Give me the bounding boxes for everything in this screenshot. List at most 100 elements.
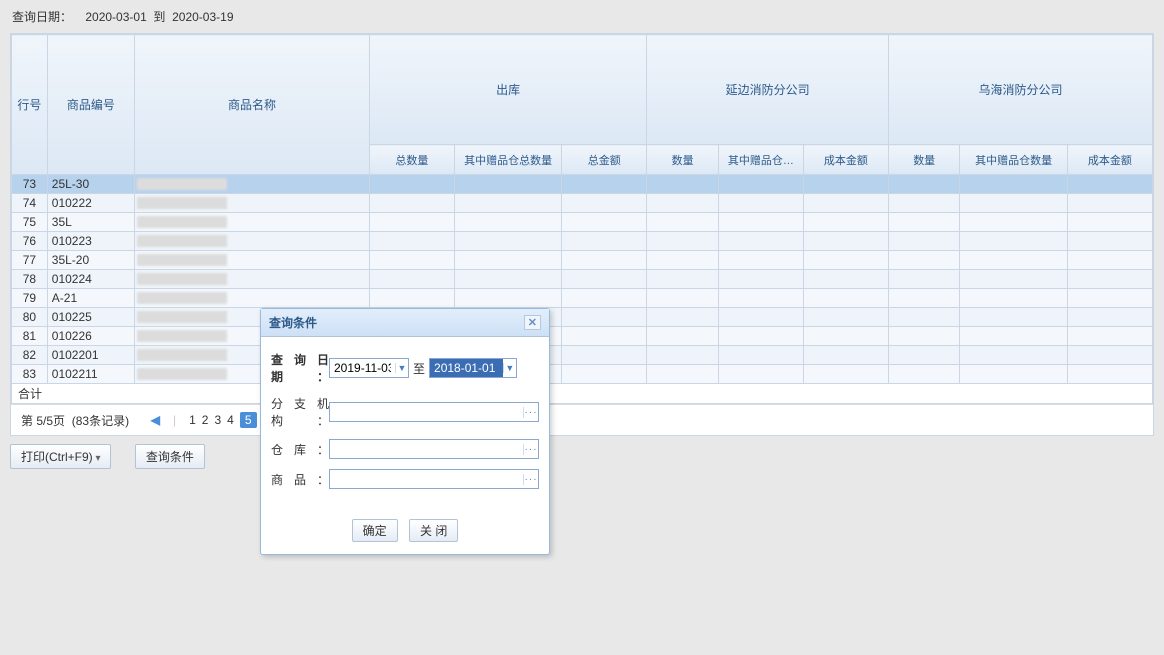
query-date-from: 2020-03-01 <box>85 10 146 24</box>
cell-name <box>135 213 370 232</box>
cell-rownum: 78 <box>12 270 48 289</box>
page-number[interactable]: 5 <box>240 412 257 428</box>
col-group-branch1[interactable]: 延边消防分公司 <box>647 35 889 145</box>
product-combo[interactable]: ··· <box>329 469 539 489</box>
page-number[interactable]: 4 <box>227 413 234 427</box>
lookup-icon[interactable]: ··· <box>523 474 538 485</box>
col-group-branch2[interactable]: 乌海消防分公司 <box>888 35 1152 145</box>
col-b1-gift-qty[interactable]: 其中赠品仓… <box>718 145 803 175</box>
cell-rownum: 74 <box>12 194 48 213</box>
col-out-total-qty[interactable]: 总数量 <box>369 145 454 175</box>
table-row[interactable]: 78010224 <box>12 270 1153 289</box>
print-button[interactable]: 打印(Ctrl+F9) <box>10 444 111 469</box>
col-b1-cost[interactable]: 成本金额 <box>803 145 888 175</box>
cell-name <box>135 251 370 270</box>
table-row[interactable]: 76010223 <box>12 232 1153 251</box>
branch-combo[interactable]: ··· <box>329 402 539 422</box>
product-label: 商品 <box>271 471 329 488</box>
cell-rownum: 81 <box>12 327 48 346</box>
branch-label: 分支机构 <box>271 395 329 429</box>
cell-code: 35L <box>47 213 134 232</box>
col-b2-cost[interactable]: 成本金额 <box>1067 145 1152 175</box>
table-row[interactable]: 79A-21 <box>12 289 1153 308</box>
col-b2-qty[interactable]: 数量 <box>888 145 960 175</box>
table-row[interactable]: 7735L-20 <box>12 251 1153 270</box>
query-date-to: 2020-03-19 <box>172 10 233 24</box>
cell-code: 35L-20 <box>47 251 134 270</box>
cell-code: 0102211 <box>47 365 134 384</box>
page-number[interactable]: 2 <box>202 413 209 427</box>
table-row[interactable]: 830102211 <box>12 365 1153 384</box>
page-info: 第 5/5页 (83条记录) <box>21 412 129 429</box>
cell-name <box>135 289 370 308</box>
branch-input[interactable] <box>330 403 523 421</box>
col-out-gift-qty[interactable]: 其中赠品仓总数量 <box>454 145 561 175</box>
cell-rownum: 75 <box>12 213 48 232</box>
warehouse-input[interactable] <box>330 440 523 458</box>
sum-row: 合计 <box>12 384 1153 404</box>
cell-rownum: 82 <box>12 346 48 365</box>
dropdown-icon[interactable]: ▼ <box>503 363 516 373</box>
cell-rownum: 73 <box>12 175 48 194</box>
cell-rownum: 79 <box>12 289 48 308</box>
data-table: 行号 商品编号 商品名称 出库 延边消防分公司 乌海消防分公司 总数量 其中赠品… <box>11 34 1153 404</box>
col-group-out[interactable]: 出库 <box>369 35 646 145</box>
date-label: 查询日期 <box>271 351 329 385</box>
query-button[interactable]: 查询条件 <box>135 444 205 469</box>
table-container: 行号 商品编号 商品名称 出库 延边消防分公司 乌海消防分公司 总数量 其中赠品… <box>10 33 1154 436</box>
cell-name <box>135 232 370 251</box>
cell-code: 010222 <box>47 194 134 213</box>
dialog-title: 查询条件 <box>269 314 317 331</box>
close-icon[interactable]: ✕ <box>524 315 541 330</box>
page-number[interactable]: 1 <box>189 413 196 427</box>
col-b2-gift-qty[interactable]: 其中赠品仓数量 <box>960 145 1067 175</box>
date-sep: 至 <box>413 360 425 377</box>
cell-name <box>135 175 370 194</box>
pagination-bar: 第 5/5页 (83条记录) ◀ | 12345 | ▶ ↻ 每页 条 <box>11 404 1153 435</box>
table-row[interactable]: 74010222 <box>12 194 1153 213</box>
query-date-label: 查询日期： <box>12 10 72 24</box>
page-numbers: 12345 <box>186 413 259 427</box>
product-input[interactable] <box>330 470 523 488</box>
col-row-num[interactable]: 行号 <box>12 35 48 175</box>
cell-rownum: 80 <box>12 308 48 327</box>
cell-rownum: 77 <box>12 251 48 270</box>
cell-code: 0102201 <box>47 346 134 365</box>
warehouse-combo[interactable]: ··· <box>329 439 539 459</box>
table-row[interactable]: 81010226 <box>12 327 1153 346</box>
table-row[interactable]: 7325L-30 <box>12 175 1153 194</box>
cell-code: 010226 <box>47 327 134 346</box>
dropdown-icon[interactable]: ▼ <box>395 363 408 373</box>
close-button[interactable]: 关 闭 <box>409 519 458 542</box>
cell-code: 25L-30 <box>47 175 134 194</box>
table-row[interactable]: 820102201 <box>12 346 1153 365</box>
warehouse-label: 仓库 <box>271 441 329 458</box>
cell-rownum: 83 <box>12 365 48 384</box>
query-dialog: 查询条件 ✕ 查询日期 ▼ 至 ▼ 分支机构 ··· <box>260 308 550 555</box>
cell-name <box>135 270 370 289</box>
table-row[interactable]: 80010225 <box>12 308 1153 327</box>
cell-rownum: 76 <box>12 232 48 251</box>
bottom-bar: 打印(Ctrl+F9) 查询条件 <box>0 436 1164 477</box>
lookup-icon[interactable]: ··· <box>523 444 538 455</box>
cell-code: 010224 <box>47 270 134 289</box>
date-to-input[interactable] <box>430 359 503 377</box>
cell-code: 010223 <box>47 232 134 251</box>
ok-button[interactable]: 确定 <box>352 519 398 542</box>
page-number[interactable]: 3 <box>214 413 221 427</box>
cell-code: 010225 <box>47 308 134 327</box>
date-from-combo[interactable]: ▼ <box>329 358 409 378</box>
col-prod-name[interactable]: 商品名称 <box>135 35 370 175</box>
query-date-bar: 查询日期： 2020-03-01 到 2020-03-19 <box>0 0 1164 33</box>
date-from-input[interactable] <box>330 359 395 377</box>
cell-name <box>135 194 370 213</box>
page-prev-icon[interactable]: ◀ <box>148 413 163 427</box>
date-to-combo[interactable]: ▼ <box>429 358 517 378</box>
cell-code: A-21 <box>47 289 134 308</box>
lookup-icon[interactable]: ··· <box>523 407 538 418</box>
col-b1-qty[interactable]: 数量 <box>647 145 719 175</box>
col-prod-code[interactable]: 商品编号 <box>47 35 134 175</box>
table-row[interactable]: 7535L <box>12 213 1153 232</box>
col-out-total-amt[interactable]: 总金额 <box>562 145 647 175</box>
query-date-sep: 到 <box>153 10 165 24</box>
